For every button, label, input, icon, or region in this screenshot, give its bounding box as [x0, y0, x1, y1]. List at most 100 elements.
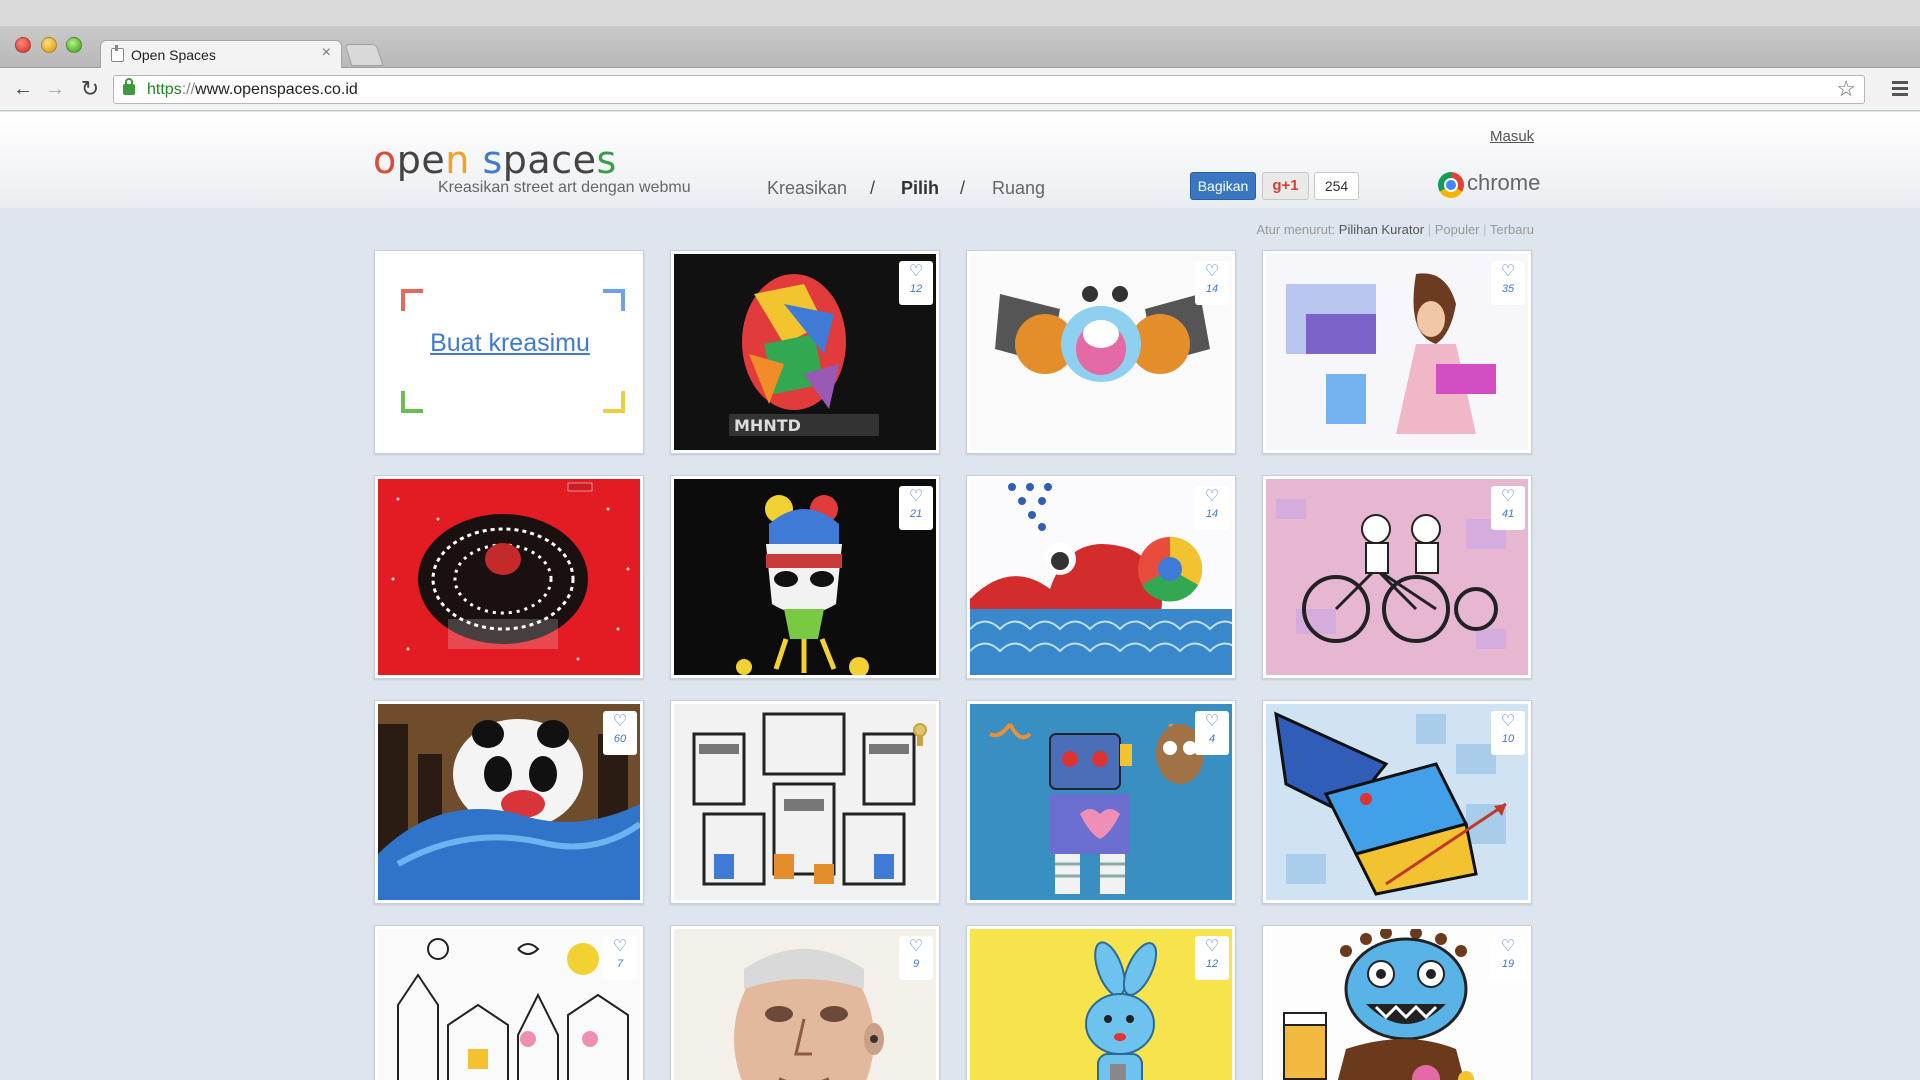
like-badge[interactable]: ♡ 35 [1491, 261, 1525, 305]
address-bar[interactable]: https://www.openspaces.co.id ☆ [113, 75, 1865, 104]
like-badge[interactable]: ♡ 10 [1491, 711, 1525, 755]
create-artwork-link[interactable]: Buat kreasimu [375, 329, 643, 358]
sort-separator: | [1483, 222, 1487, 237]
artwork-card[interactable] [374, 475, 644, 679]
sort-popular[interactable]: Populer [1435, 222, 1480, 237]
artwork-card[interactable]: ♡ 60 [374, 700, 644, 904]
artwork-image[interactable] [970, 479, 1232, 675]
new-tab-button[interactable] [344, 44, 384, 66]
login-link[interactable]: Masuk [1490, 128, 1534, 145]
like-badge[interactable]: ♡ 4 [1195, 711, 1229, 755]
like-badge[interactable]: ♡ 41 [1491, 486, 1525, 530]
artwork-card[interactable]: ♡ 9 [670, 925, 940, 1080]
artwork-card[interactable]: MHNTD ♡ 12 [670, 250, 940, 454]
minimize-window-button[interactable] [41, 37, 57, 53]
heart-icon: ♡ [1500, 263, 1516, 280]
like-badge[interactable]: ♡ 60 [603, 711, 637, 755]
heart-icon: ♡ [908, 938, 924, 955]
artwork-card[interactable]: ♡ 10 [1262, 700, 1532, 904]
hamburger-menu-icon[interactable] [1892, 81, 1908, 97]
chrome-logo-icon[interactable] [1438, 172, 1464, 198]
heart-icon: ♡ [908, 488, 924, 505]
reload-icon[interactable]: ↻ [77, 76, 103, 102]
artwork-card[interactable]: ♡ 14 [966, 250, 1236, 454]
artwork-card[interactable]: ♡ 4 [966, 700, 1236, 904]
like-badge[interactable]: ♡ 7 [603, 936, 637, 980]
forward-arrow-icon[interactable]: → [42, 76, 68, 102]
url-separator: :// [181, 81, 196, 98]
svg-text:MHNTD: MHNTD [734, 416, 801, 435]
artwork-image[interactable] [970, 254, 1232, 450]
heart-icon: ♡ [908, 263, 924, 280]
share-button[interactable]: Bagikan [1190, 172, 1256, 200]
artwork-card[interactable]: ♡ 41 [1262, 475, 1532, 679]
create-artwork-card[interactable]: Buat kreasimu [374, 250, 644, 454]
logo-letter: s [482, 138, 503, 182]
sort-label: Atur menurut: [1256, 222, 1336, 237]
site-header: Masuk open spaces Kreasikan street art d… [0, 112, 1920, 208]
like-count: 9 [912, 958, 920, 970]
artwork-image[interactable] [1266, 254, 1528, 450]
nav-separator: / [960, 178, 966, 198]
page-content: Masuk open spaces Kreasikan street art d… [0, 112, 1920, 1080]
browser-tab-open-spaces[interactable]: Open Spaces × [100, 40, 342, 68]
like-badge[interactable]: ♡ 14 [1195, 486, 1229, 530]
nav-pilih[interactable]: Pilih [901, 178, 939, 199]
nav-ruang[interactable]: Ruang [992, 178, 1045, 199]
artwork-image[interactable] [378, 479, 640, 675]
heart-icon: ♡ [612, 713, 628, 730]
curator-award-icon [913, 723, 927, 746]
corner-bracket-decoration [401, 391, 423, 413]
nav-separator: / [870, 178, 876, 198]
back-arrow-icon[interactable]: ← [10, 76, 36, 102]
artwork-image[interactable] [674, 929, 936, 1080]
url-scheme: https [147, 81, 182, 98]
tab-close-icon[interactable]: × [322, 44, 331, 62]
artwork-image[interactable] [1266, 704, 1528, 900]
artwork-image[interactable] [1266, 929, 1528, 1080]
like-count: 10 [1501, 733, 1515, 745]
artwork-card[interactable]: ♡ 21 [670, 475, 940, 679]
bookmark-star-icon[interactable]: ☆ [1836, 76, 1856, 102]
artwork-image[interactable] [378, 704, 640, 900]
sort-curator-pick[interactable]: Pilihan Kurator [1339, 222, 1424, 237]
artwork-card[interactable] [670, 700, 940, 904]
like-badge[interactable]: ♡ 12 [899, 261, 933, 305]
like-badge[interactable]: ♡ 12 [1195, 936, 1229, 980]
like-count: 60 [613, 733, 627, 745]
artwork-image[interactable] [674, 704, 936, 900]
sort-separator: | [1427, 222, 1432, 237]
url-text[interactable]: https://www.openspaces.co.id [147, 81, 358, 99]
nav-kreasikan[interactable]: Kreasikan [767, 178, 847, 199]
artwork-image[interactable] [674, 479, 936, 675]
sort-newest[interactable]: Terbaru [1490, 222, 1534, 237]
close-window-button[interactable] [15, 37, 31, 53]
logo-space [470, 138, 483, 182]
like-count: 41 [1501, 508, 1515, 520]
like-badge[interactable]: ♡ 14 [1195, 261, 1229, 305]
like-count: 19 [1501, 958, 1515, 970]
artwork-image[interactable] [970, 929, 1232, 1080]
like-badge[interactable]: ♡ 9 [899, 936, 933, 980]
artwork-card[interactable]: ♡ 12 [966, 925, 1236, 1080]
lock-icon[interactable] [123, 78, 135, 95]
google-plus-one-button[interactable]: g+1 [1262, 172, 1309, 200]
artwork-image[interactable] [378, 929, 640, 1080]
like-badge[interactable]: ♡ 19 [1491, 936, 1525, 980]
heart-icon: ♡ [1500, 713, 1516, 730]
chrome-wordmark[interactable]: chrome [1467, 170, 1540, 196]
artwork-card[interactable]: ♡ 19 [1262, 925, 1532, 1080]
logo-letter: a [527, 138, 552, 182]
artwork-card[interactable]: ♡ 14 [966, 475, 1236, 679]
artwork-image[interactable] [970, 704, 1232, 900]
artwork-image[interactable] [1266, 479, 1528, 675]
zoom-window-button[interactable] [66, 37, 82, 53]
like-count: 4 [1208, 733, 1216, 745]
artwork-card[interactable]: ♡ 7 [374, 925, 644, 1080]
like-count: 7 [616, 958, 624, 970]
open-spaces-logo[interactable]: open spaces [373, 138, 617, 182]
artwork-image[interactable]: MHNTD [674, 254, 936, 450]
artwork-card[interactable]: ♡ 35 [1262, 250, 1532, 454]
heart-icon: ♡ [1204, 713, 1220, 730]
like-badge[interactable]: ♡ 21 [899, 486, 933, 530]
